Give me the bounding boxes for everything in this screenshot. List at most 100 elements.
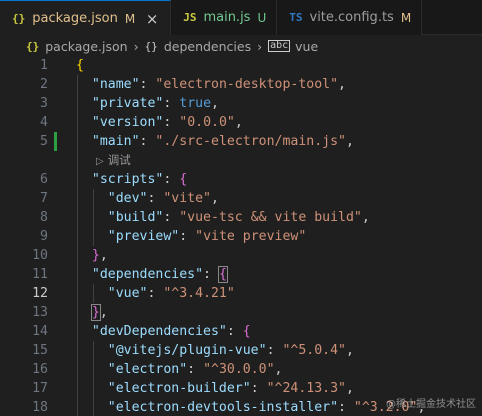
code-token: , xyxy=(234,115,243,130)
code-line[interactable]: 2 "name": "electron-desktop-tool", xyxy=(0,75,482,94)
code-token: "build" xyxy=(107,210,164,225)
watermark: @稀土掘金技术社区 xyxy=(386,399,476,410)
code-text: "main": "./src-electron/main.js", xyxy=(76,132,354,151)
code-token: "dev" xyxy=(107,191,148,206)
code-token: "@vitejs/plugin-vue" xyxy=(107,343,267,358)
code-editor[interactable]: 1{2 "name": "electron-desktop-tool", 3 "p… xyxy=(0,56,482,416)
code-token: "vue-tsc && vite build" xyxy=(179,210,362,225)
code-token: "electron-builder" xyxy=(107,381,251,396)
code-text: "build": "vue-tsc && vite build", xyxy=(76,208,370,227)
code-token: , xyxy=(99,248,108,263)
line-number: 18 xyxy=(32,400,48,415)
code-line[interactable]: 10 }, xyxy=(0,246,482,265)
git-status-badge: M xyxy=(124,11,136,26)
string-icon: abc xyxy=(268,40,291,52)
git-modified-indicator[interactable] xyxy=(54,132,57,151)
indent-guide xyxy=(92,284,94,303)
chevron-right-icon: › xyxy=(257,38,263,54)
code-text: "@vitejs/plugin-vue": "^5.0.4", xyxy=(76,341,354,360)
code-token: , xyxy=(338,77,346,92)
code-token: "vite" xyxy=(163,191,211,206)
code-token: : xyxy=(163,172,180,187)
tab-label: package.json xyxy=(32,11,118,26)
code-token: "main" xyxy=(91,134,140,149)
line-number: 7 xyxy=(40,191,48,206)
code-line[interactable]: 13 }, xyxy=(0,303,482,322)
code-token: , xyxy=(211,191,219,206)
code-token: , xyxy=(361,210,370,225)
code-line[interactable]: 3 "private": true, xyxy=(0,94,482,113)
code-line[interactable]: 4 "version": "0.0.0", xyxy=(0,113,482,132)
code-token: , xyxy=(99,305,108,320)
code-token: "name" xyxy=(91,77,140,92)
debug-codelens[interactable]: ▷ 调试 xyxy=(96,151,131,170)
code-token: : xyxy=(266,343,283,358)
code-token: "dependencies" xyxy=(91,267,204,282)
line-number: 12 xyxy=(32,286,48,301)
breadcrumb-section[interactable]: dependencies xyxy=(164,39,251,54)
code-token: "scripts" xyxy=(91,172,164,187)
breadcrumb-leaf[interactable]: vue xyxy=(295,39,318,54)
chevron-right-icon: › xyxy=(133,38,139,54)
line-number: 14 xyxy=(32,324,48,339)
code-line[interactable]: 5 "main": "./src-electron/main.js", xyxy=(0,132,482,151)
code-token: : xyxy=(250,381,267,396)
code-text: }, xyxy=(76,303,108,322)
code-token: "0.0.0" xyxy=(179,115,235,130)
code-text: "dependencies": { xyxy=(76,265,228,284)
code-line[interactable]: 15 "@vitejs/plugin-vue": "^5.0.4", xyxy=(0,341,482,360)
code-line[interactable]: 8 "build": "vue-tsc && vite build", xyxy=(0,208,482,227)
code-text: "preview": "vite preview" xyxy=(76,227,307,246)
code-token: : xyxy=(163,96,180,111)
tab-vite-config-ts[interactable]: TS vite.config.ts M xyxy=(277,0,423,35)
code-token: { xyxy=(76,58,84,73)
code-text: "private": true, xyxy=(76,94,219,113)
code-line[interactable]: 11 "dependencies": { xyxy=(0,265,482,284)
line-number: 2 xyxy=(40,77,48,92)
code-line[interactable]: 12 "vue": "^3.4.21" xyxy=(0,284,482,303)
code-token: } xyxy=(90,304,101,321)
code-token: "electron" xyxy=(107,362,188,377)
code-line[interactable]: 6 "scripts": { xyxy=(0,170,482,189)
code-line[interactable]: 16 "electron": "^30.0.0", xyxy=(0,360,482,379)
line-number: 11 xyxy=(32,267,48,282)
code-line[interactable]: 14 "devDependencies": { xyxy=(0,322,482,341)
line-number: 16 xyxy=(32,362,48,377)
indent-guide xyxy=(77,75,78,416)
code-token: : xyxy=(338,400,354,415)
code-token: : xyxy=(147,191,164,206)
code-text: "devDependencies": { xyxy=(76,322,251,341)
code-token: : xyxy=(163,210,180,225)
code-token: : xyxy=(163,115,180,130)
line-number: 4 xyxy=(40,115,48,130)
code-text: "dev": "vite", xyxy=(76,189,219,208)
breadcrumb-file[interactable]: package.json xyxy=(45,39,127,54)
code-token: "preview" xyxy=(107,229,180,244)
code-line[interactable]: 1{ xyxy=(0,56,482,75)
tab-main-js[interactable]: JS main.js U xyxy=(171,0,278,35)
code-line[interactable]: 7 "dev": "vite", xyxy=(0,189,482,208)
code-line[interactable]: 9 "preview": "vite preview" xyxy=(0,227,482,246)
code-token: "^3.4.21" xyxy=(163,286,235,301)
code-text: "electron-devtools-installer": "^3.2.0", xyxy=(76,398,426,416)
close-icon[interactable]: × xyxy=(144,10,160,28)
code-text: { xyxy=(76,56,84,75)
tab-label: vite.config.ts xyxy=(309,10,394,25)
code-token: "devDependencies" xyxy=(91,324,227,339)
object-icon: {} xyxy=(144,39,158,53)
typescript-file-icon: TS xyxy=(289,11,303,24)
tab-package-json[interactable]: {} package.json M × xyxy=(0,0,172,36)
code-token: "./src-electron/main.js" xyxy=(155,134,346,149)
line-number: 17 xyxy=(32,381,48,396)
